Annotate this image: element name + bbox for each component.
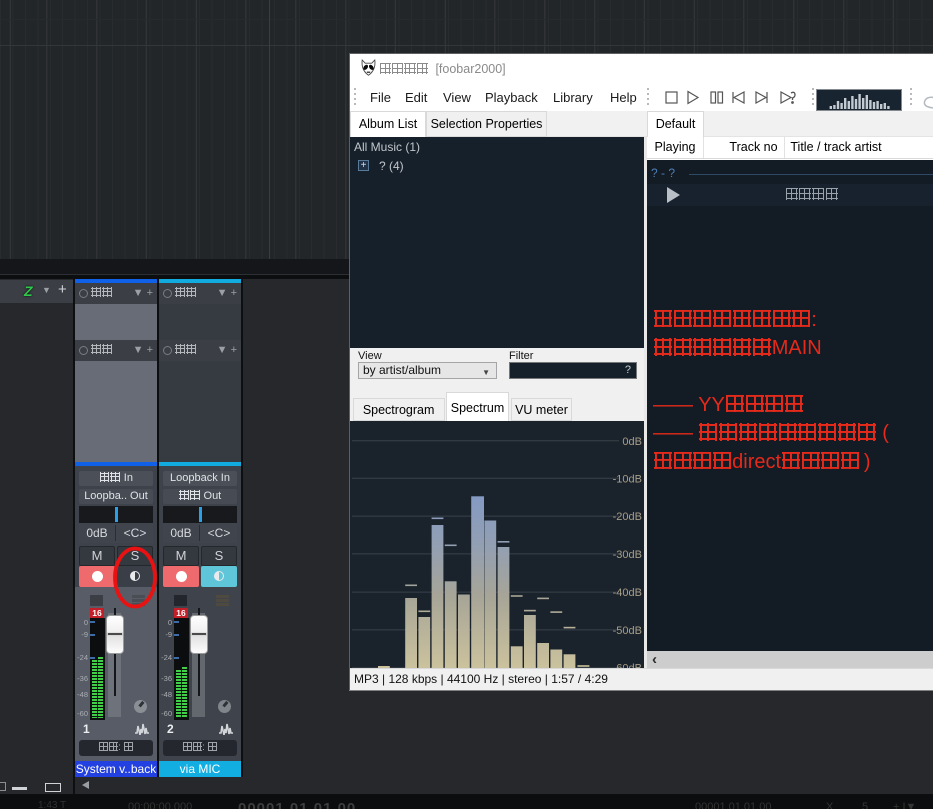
svg-text:-20dB: -20dB	[613, 511, 642, 523]
svg-text:-40dB: -40dB	[613, 587, 642, 599]
svg-text:0dB: 0dB	[622, 436, 642, 448]
svg-text:-30dB: -30dB	[613, 549, 642, 561]
svg-text:-10dB: -10dB	[613, 473, 642, 485]
svg-text:-50dB: -50dB	[613, 625, 642, 637]
